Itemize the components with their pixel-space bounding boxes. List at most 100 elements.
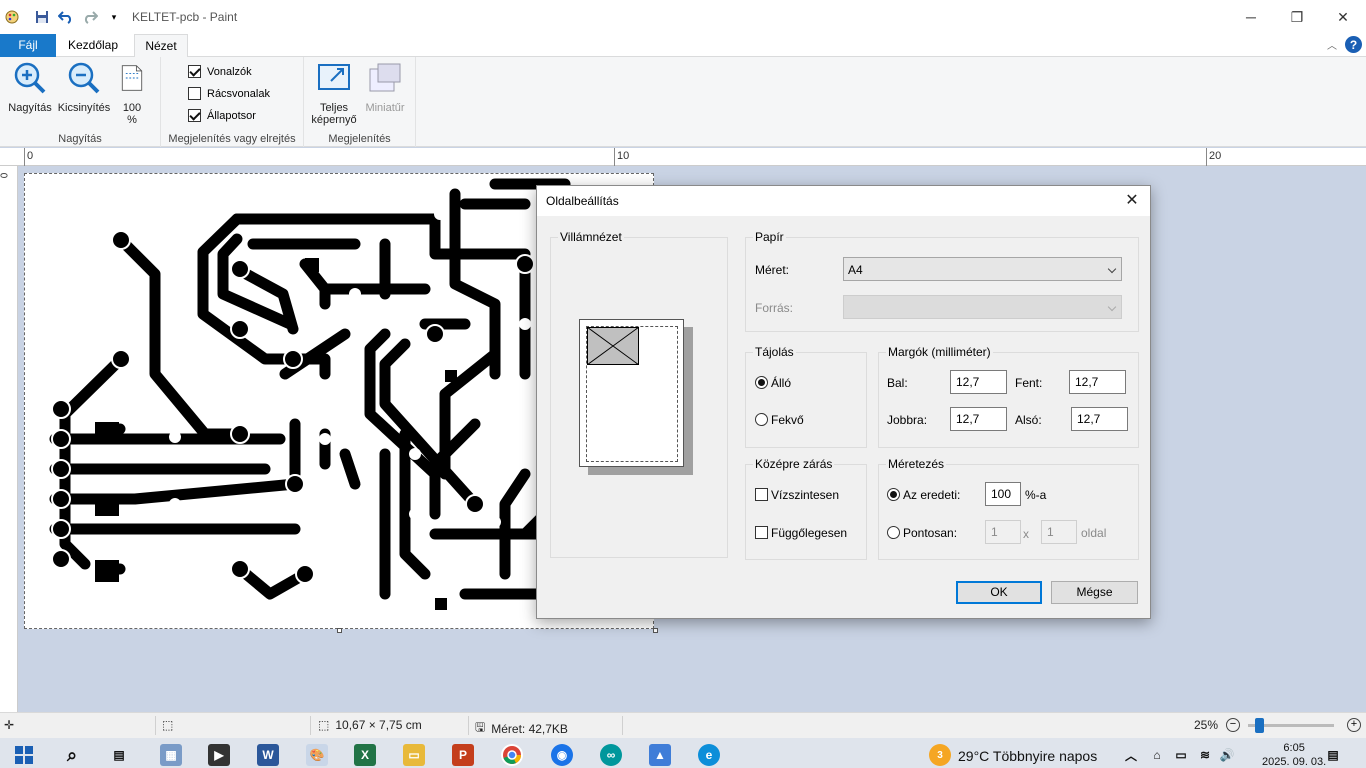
- group-display: Teljes képernyő Miniatűr Megjelenítés: [304, 57, 416, 147]
- task-view-icon[interactable]: ▤: [108, 744, 130, 766]
- help-icon[interactable]: ?: [1345, 36, 1362, 53]
- margin-right-input[interactable]: 12,7: [950, 407, 1007, 431]
- landscape-radio[interactable]: [755, 413, 768, 426]
- cancel-button[interactable]: Mégse: [1051, 581, 1138, 604]
- adjust-to-radio[interactable]: [887, 488, 900, 501]
- tab-view[interactable]: Nézet: [134, 34, 188, 58]
- calculator-app-icon[interactable]: ▦: [160, 744, 182, 766]
- centering-group: Középre zárás: [745, 457, 867, 560]
- tab-file[interactable]: Fájl: [0, 34, 56, 57]
- zoom-in-small-button[interactable]: +: [1347, 718, 1361, 732]
- redo-icon[interactable]: [82, 9, 98, 25]
- adjust-to-label[interactable]: Az eredeti:: [903, 488, 960, 502]
- gridlines-checkbox[interactable]: Rácsvonalak: [188, 87, 270, 100]
- statusbar-checkbox-box[interactable]: [188, 109, 201, 122]
- file-explorer-icon[interactable]: ▭: [403, 744, 425, 766]
- vertical-ruler: 0: [0, 166, 18, 712]
- system-clock[interactable]: 6:05 2025. 09. 03.: [1262, 741, 1326, 768]
- rulers-checkbox-box[interactable]: [188, 65, 201, 78]
- group-display-label: Megjelenítés: [328, 133, 391, 145]
- powerpoint-app-icon[interactable]: P: [452, 744, 474, 766]
- ok-button[interactable]: OK: [956, 581, 1042, 604]
- restore-button[interactable]: ❐: [1274, 0, 1320, 34]
- centering-label: Középre zárás: [753, 457, 835, 471]
- dialog-close-icon[interactable]: ✕: [1122, 191, 1142, 211]
- close-button[interactable]: ✕: [1320, 0, 1366, 34]
- fit-to-radio[interactable]: [887, 526, 900, 539]
- save-size-icon: 🖫: [475, 720, 486, 734]
- fit-to-label[interactable]: Pontosan:: [903, 526, 957, 540]
- clock-time: 6:05: [1283, 742, 1305, 754]
- title-bar: ▾ KELTET-pcb - Paint ─ ❐ ✕: [0, 0, 1366, 34]
- margin-bottom-input[interactable]: 12,7: [1071, 407, 1128, 431]
- battery-icon[interactable]: ▭: [1170, 744, 1192, 766]
- zoom-out-button[interactable]: Kicsinyítés: [56, 61, 112, 114]
- margin-top-input[interactable]: 12,7: [1069, 370, 1126, 394]
- file-size: 🖫 Méret: 42,7KB: [475, 718, 568, 739]
- margin-left-input[interactable]: 12,7: [950, 370, 1007, 394]
- paper-source-select[interactable]: [843, 295, 1122, 319]
- center-vertical-label[interactable]: Függőlegesen: [771, 526, 847, 540]
- fit-width-input[interactable]: 1: [985, 520, 1021, 544]
- zoom-100-button[interactable]: 100 %: [116, 61, 148, 126]
- group-zoom-label: Nagyítás: [58, 133, 102, 145]
- center-vertical-checkbox[interactable]: [755, 526, 768, 539]
- customize-toolbar-icon[interactable]: ▾: [106, 9, 122, 25]
- ruler-label-20: 20: [1209, 150, 1222, 162]
- portrait-radio[interactable]: [755, 376, 768, 389]
- arduino-app-icon[interactable]: ∞: [600, 744, 622, 766]
- center-horizontal-label[interactable]: Vízszintesen: [771, 488, 839, 502]
- zoom-out-small-button[interactable]: −: [1226, 718, 1240, 732]
- word-app-icon[interactable]: W: [257, 744, 279, 766]
- cursor-position-icon: ✛: [4, 718, 15, 732]
- portrait-label[interactable]: Álló: [771, 376, 791, 390]
- notifications-icon[interactable]: ▤: [1322, 744, 1344, 766]
- resize-handle-corner[interactable]: [653, 628, 658, 633]
- wifi-icon[interactable]: ≋: [1194, 744, 1216, 766]
- save-icon[interactable]: [34, 9, 50, 25]
- status-bar: ✛ ⬚ ⬚ 10,67 × 7,75 cm 🖫 Méret: 42,7KB 25…: [0, 712, 1366, 738]
- weather-icon[interactable]: 3: [929, 744, 951, 766]
- zoom-in-button[interactable]: Nagyítás: [6, 61, 54, 114]
- gridlines-label: Rácsvonalak: [207, 87, 270, 100]
- paper-size-value: A4: [848, 263, 863, 277]
- collapse-ribbon-icon[interactable]: ︿: [1327, 37, 1337, 52]
- media-app-icon[interactable]: ▶: [208, 744, 230, 766]
- ruler-origin: [24, 148, 25, 166]
- preview-page: [579, 319, 684, 467]
- thumbnail-button[interactable]: Miniatűr: [362, 61, 408, 114]
- adjust-to-input[interactable]: 100: [985, 482, 1021, 506]
- minimize-button[interactable]: ─: [1228, 0, 1274, 34]
- ribbon: Nagyítás Kicsinyítés 100 % Nagyítás Megj…: [0, 57, 1366, 147]
- weather-text[interactable]: 29°C Többnyire napos: [958, 748, 1097, 764]
- window-title: KELTET-pcb - Paint: [132, 10, 238, 24]
- network-icon[interactable]: ⌂: [1146, 744, 1168, 766]
- paper-size-select[interactable]: A4: [843, 257, 1122, 281]
- statusbar-checkbox[interactable]: Állapotsor: [188, 109, 256, 122]
- zoom-slider-thumb[interactable]: [1255, 718, 1264, 733]
- volume-icon[interactable]: 🔊: [1216, 744, 1238, 766]
- resize-handle-bottom[interactable]: [337, 628, 342, 633]
- paint-app-icon[interactable]: [4, 9, 20, 25]
- edge-app-icon[interactable]: e: [698, 744, 720, 766]
- excel-app-icon[interactable]: X: [354, 744, 376, 766]
- tray-chevron-icon[interactable]: ︿: [1120, 744, 1142, 766]
- adjust-to-suffix: %-a: [1025, 488, 1047, 502]
- search-icon[interactable]: ⌕: [61, 744, 83, 766]
- gridlines-checkbox-box[interactable]: [188, 87, 201, 100]
- tab-home[interactable]: Kezdőlap: [60, 34, 126, 57]
- fullscreen-button[interactable]: Teljes képernyő: [308, 61, 360, 126]
- windows-start-icon[interactable]: [13, 744, 35, 766]
- undo-icon[interactable]: [58, 9, 74, 25]
- page-setup-dialog: Oldalbeállítás ✕ Villámnézet Papír Méret…: [536, 185, 1151, 619]
- paint-taskbar-icon[interactable]: 🎨: [306, 744, 328, 766]
- fit-height-input[interactable]: 1: [1041, 520, 1077, 544]
- scaling-group: Méretezés: [878, 457, 1139, 560]
- photos-app-icon[interactable]: ▲: [649, 744, 671, 766]
- messenger-app-icon[interactable]: ◉: [551, 744, 573, 766]
- chrome-app-icon[interactable]: [501, 744, 523, 766]
- ruler-label-10: 10: [617, 150, 630, 162]
- landscape-label[interactable]: Fekvő: [771, 413, 804, 427]
- center-horizontal-checkbox[interactable]: [755, 488, 768, 501]
- rulers-checkbox[interactable]: Vonalzók: [188, 65, 252, 78]
